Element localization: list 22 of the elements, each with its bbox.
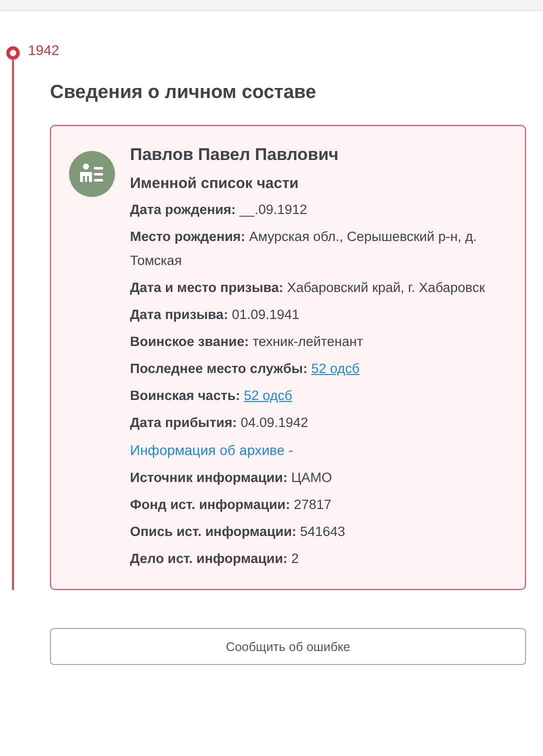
person-list-icon	[69, 151, 115, 197]
unit-link[interactable]: 52 одсб	[244, 388, 292, 403]
record-field: Дело ист. информации: 2	[130, 547, 513, 571]
field-label: Воинская часть:	[130, 388, 240, 403]
record-field: Дата и место призыва: Хабаровский край, г. Хабаровск	[130, 276, 513, 300]
record-field: Дата призыва: 01.09.1941	[130, 303, 513, 327]
record-type: Именной список части	[130, 174, 300, 194]
timeline-dot-icon	[6, 46, 20, 60]
record-field: Опись ист. информации: 541643	[130, 520, 513, 544]
record-field: Место рождения: Амурская обл., Серышевский р-н, д. Томская	[130, 225, 513, 273]
section-title: Сведения о личном составе	[50, 81, 316, 105]
timeline-year: 1942	[28, 41, 60, 59]
record-field: Фонд ист. информации: 27817	[130, 493, 513, 517]
record-field: Воинское звание: техник-лейтенант	[130, 330, 513, 354]
record-field: Дата рождения: __.09.1912	[130, 198, 513, 222]
record-field: Источник информации: ЦАМО	[130, 466, 513, 490]
field-label: Последнее место службы:	[130, 361, 308, 376]
record-field: Дата прибытия: 04.09.1942	[130, 411, 513, 435]
person-name: Павлов Павел Павлович	[130, 144, 340, 166]
unit-link[interactable]: 52 одсб	[311, 361, 360, 376]
archive-info-link[interactable]: Информация об архиве -	[130, 442, 294, 458]
report-error-button[interactable]: Сообщить об ошибке	[50, 628, 526, 665]
